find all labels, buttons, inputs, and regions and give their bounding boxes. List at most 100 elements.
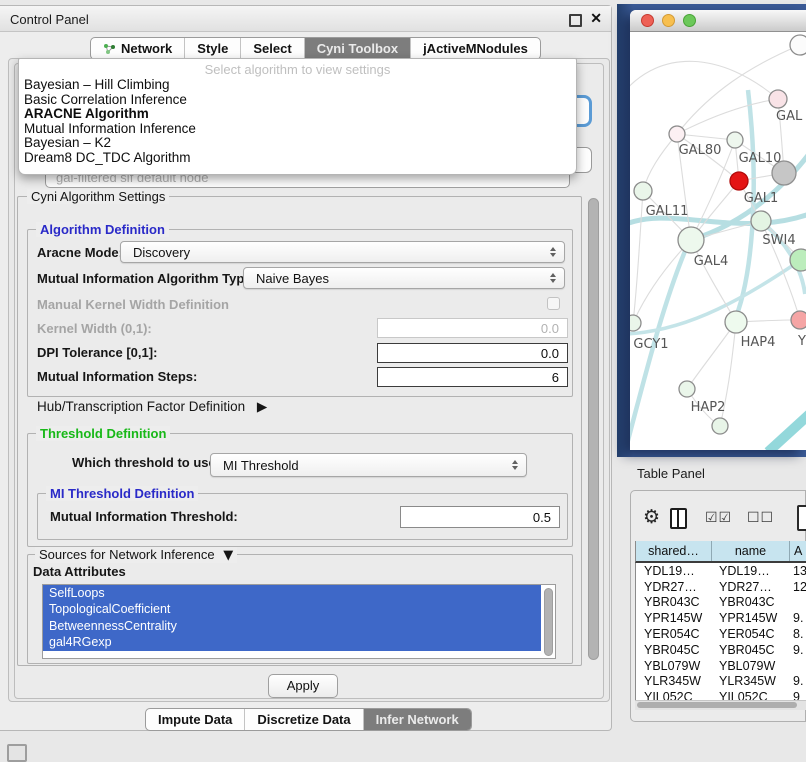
column-header-name[interactable]: name: [712, 541, 790, 561]
network-node[interactable]: [725, 311, 747, 333]
tab-cyni-toolbox[interactable]: Cyni Toolbox: [305, 38, 411, 59]
apply-button[interactable]: Apply: [268, 674, 338, 698]
table-row[interactable]: YDL19…YDL19…13: [636, 563, 806, 579]
table-row[interactable]: YPR145WYPR145W9.: [636, 610, 806, 626]
network-node-label: GAL11: [646, 204, 689, 219]
mi-steps-field[interactable]: 6: [377, 367, 568, 387]
tab-discretize-data[interactable]: Discretize Data: [245, 709, 363, 730]
columns-icon[interactable]: [670, 508, 687, 529]
network-node[interactable]: [669, 126, 685, 142]
minimized-panel-icon[interactable]: [7, 744, 27, 762]
float-window-icon[interactable]: [569, 14, 582, 27]
table-cell: YIL052C: [636, 690, 712, 700]
table-cell: YDL19…: [712, 564, 790, 578]
hub-section-label[interactable]: Hub/Transcription Factor Definition ▶: [37, 399, 267, 415]
network-canvas[interactable]: GALGAL80GAL10GAL1GAL11GAL4SWI4GCY1HAP4YH…: [630, 32, 806, 450]
minimize-window-icon[interactable]: [662, 14, 675, 27]
table-panel-title: Table Panel: [637, 466, 705, 481]
column-header-sharedname[interactable]: shared…: [636, 541, 712, 561]
attribute-item[interactable]: TopologicalCoefficient: [43, 601, 541, 617]
tab-infer-network[interactable]: Infer Network: [364, 709, 471, 730]
stepper-arrows-icon: [550, 273, 556, 283]
table-row[interactable]: YER054CYER054C8.: [636, 626, 806, 642]
tab-jactivemnodules[interactable]: jActiveMNodules: [411, 38, 540, 59]
select-all-checkboxes-icon[interactable]: ☑☑: [705, 510, 732, 526]
mi-threshold-field[interactable]: 0.5: [400, 506, 560, 528]
network-node[interactable]: [769, 90, 787, 108]
table-row[interactable]: YDR27…YDR27…12: [636, 579, 806, 595]
close-window-icon[interactable]: [641, 14, 654, 27]
mi-steps-label: Mutual Information Steps:: [37, 369, 197, 384]
network-node[interactable]: [634, 182, 652, 200]
network-node[interactable]: [727, 132, 743, 148]
network-node-label: GAL10: [739, 151, 782, 166]
table-cell: YER054C: [636, 627, 712, 641]
network-window-titlebar[interactable]: [630, 10, 806, 32]
table-cell: 9: [790, 690, 806, 700]
threshold-definition-legend: Threshold Definition: [36, 426, 170, 441]
network-edge: [677, 134, 735, 140]
attribute-item[interactable]: gal4RGexp: [43, 634, 541, 650]
which-threshold-combo[interactable]: MI Threshold: [210, 453, 527, 477]
network-node[interactable]: [678, 227, 704, 253]
control-panel-titlebar[interactable]: Control Panel ✕: [0, 6, 611, 32]
algorithm-option[interactable]: Dream8 DC_TDC Algorithm: [19, 151, 576, 166]
gear-icon[interactable]: ⚙: [643, 506, 660, 528]
table-cell: YLR345W: [636, 674, 712, 688]
mi-type-combo[interactable]: Naive Bayes: [243, 267, 565, 289]
table-row[interactable]: YLR345WYLR345W9.: [636, 674, 806, 690]
network-edge: [733, 90, 754, 324]
which-threshold-value: MI Threshold: [223, 458, 299, 473]
network-node[interactable]: [630, 315, 641, 331]
network-icon: [103, 43, 116, 55]
table-row[interactable]: YBR043CYBR043C: [636, 595, 806, 611]
network-node[interactable]: [712, 418, 728, 434]
network-node[interactable]: [790, 249, 806, 271]
table-cell: YPR145W: [712, 611, 790, 625]
algorithm-option[interactable]: ARACNE Algorithm: [19, 107, 576, 122]
attribute-item[interactable]: BetweennessCentrality: [43, 618, 541, 634]
table-cell: YER054C: [712, 627, 790, 641]
table-row[interactable]: YBR045CYBR045C9.: [636, 642, 806, 658]
collapse-down-icon[interactable]: ▼: [223, 548, 233, 563]
table-row[interactable]: YIL052CYIL052C9: [636, 689, 806, 700]
panel-title: Control Panel: [10, 12, 89, 27]
algorithm-option[interactable]: Bayesian – Hill Climbing: [19, 78, 576, 93]
network-node[interactable]: [751, 211, 771, 231]
table-hscroll-thumb[interactable]: [637, 702, 797, 709]
table-row[interactable]: YBL079WYBL079W: [636, 658, 806, 674]
close-panel-icon[interactable]: ✕: [590, 10, 602, 27]
sources-legend: Sources for Network Inference ▼: [35, 547, 237, 563]
expand-right-icon[interactable]: ▶: [257, 399, 267, 415]
attribute-item[interactable]: SelfLoops: [43, 585, 541, 601]
network-edge: [643, 134, 677, 191]
network-edge: [768, 410, 806, 450]
new-table-icon[interactable]: [797, 505, 806, 531]
zoom-window-icon[interactable]: [683, 14, 696, 27]
table-cell: YBR045C: [712, 643, 790, 657]
table-cell: YBL079W: [712, 659, 790, 673]
algorithm-option[interactable]: Mutual Information Inference: [19, 122, 576, 137]
tab-impute-data[interactable]: Impute Data: [146, 709, 245, 730]
tab-network[interactable]: Network: [91, 38, 185, 59]
column-header-clipped[interactable]: A: [790, 541, 806, 561]
unselect-all-checkboxes-icon[interactable]: ☐☐: [747, 510, 774, 526]
aracne-mode-combo[interactable]: Discovery: [120, 241, 565, 263]
algorithm-option[interactable]: Bayesian – K2: [19, 136, 576, 151]
hub-section-text: Hub/Transcription Factor Definition: [37, 399, 245, 414]
table-cell: 9.: [790, 611, 806, 625]
network-node[interactable]: [791, 311, 806, 329]
tab-label: Select: [253, 41, 291, 56]
screen: Control Panel ✕ Network Style Select Cyn…: [0, 0, 806, 762]
table-cell: YPR145W: [636, 611, 712, 625]
settings-scrollbar[interactable]: [588, 198, 599, 660]
network-node[interactable]: [730, 172, 748, 190]
attributes-scrollbar[interactable]: [544, 588, 553, 656]
table-header-row: shared… name A: [635, 541, 806, 563]
dpi-tolerance-field[interactable]: 0.0: [377, 343, 568, 363]
network-node[interactable]: [790, 35, 806, 55]
tab-select[interactable]: Select: [241, 38, 304, 59]
tab-style[interactable]: Style: [185, 38, 241, 59]
network-node[interactable]: [679, 381, 695, 397]
algorithm-option[interactable]: Basic Correlation Inference: [19, 93, 576, 108]
